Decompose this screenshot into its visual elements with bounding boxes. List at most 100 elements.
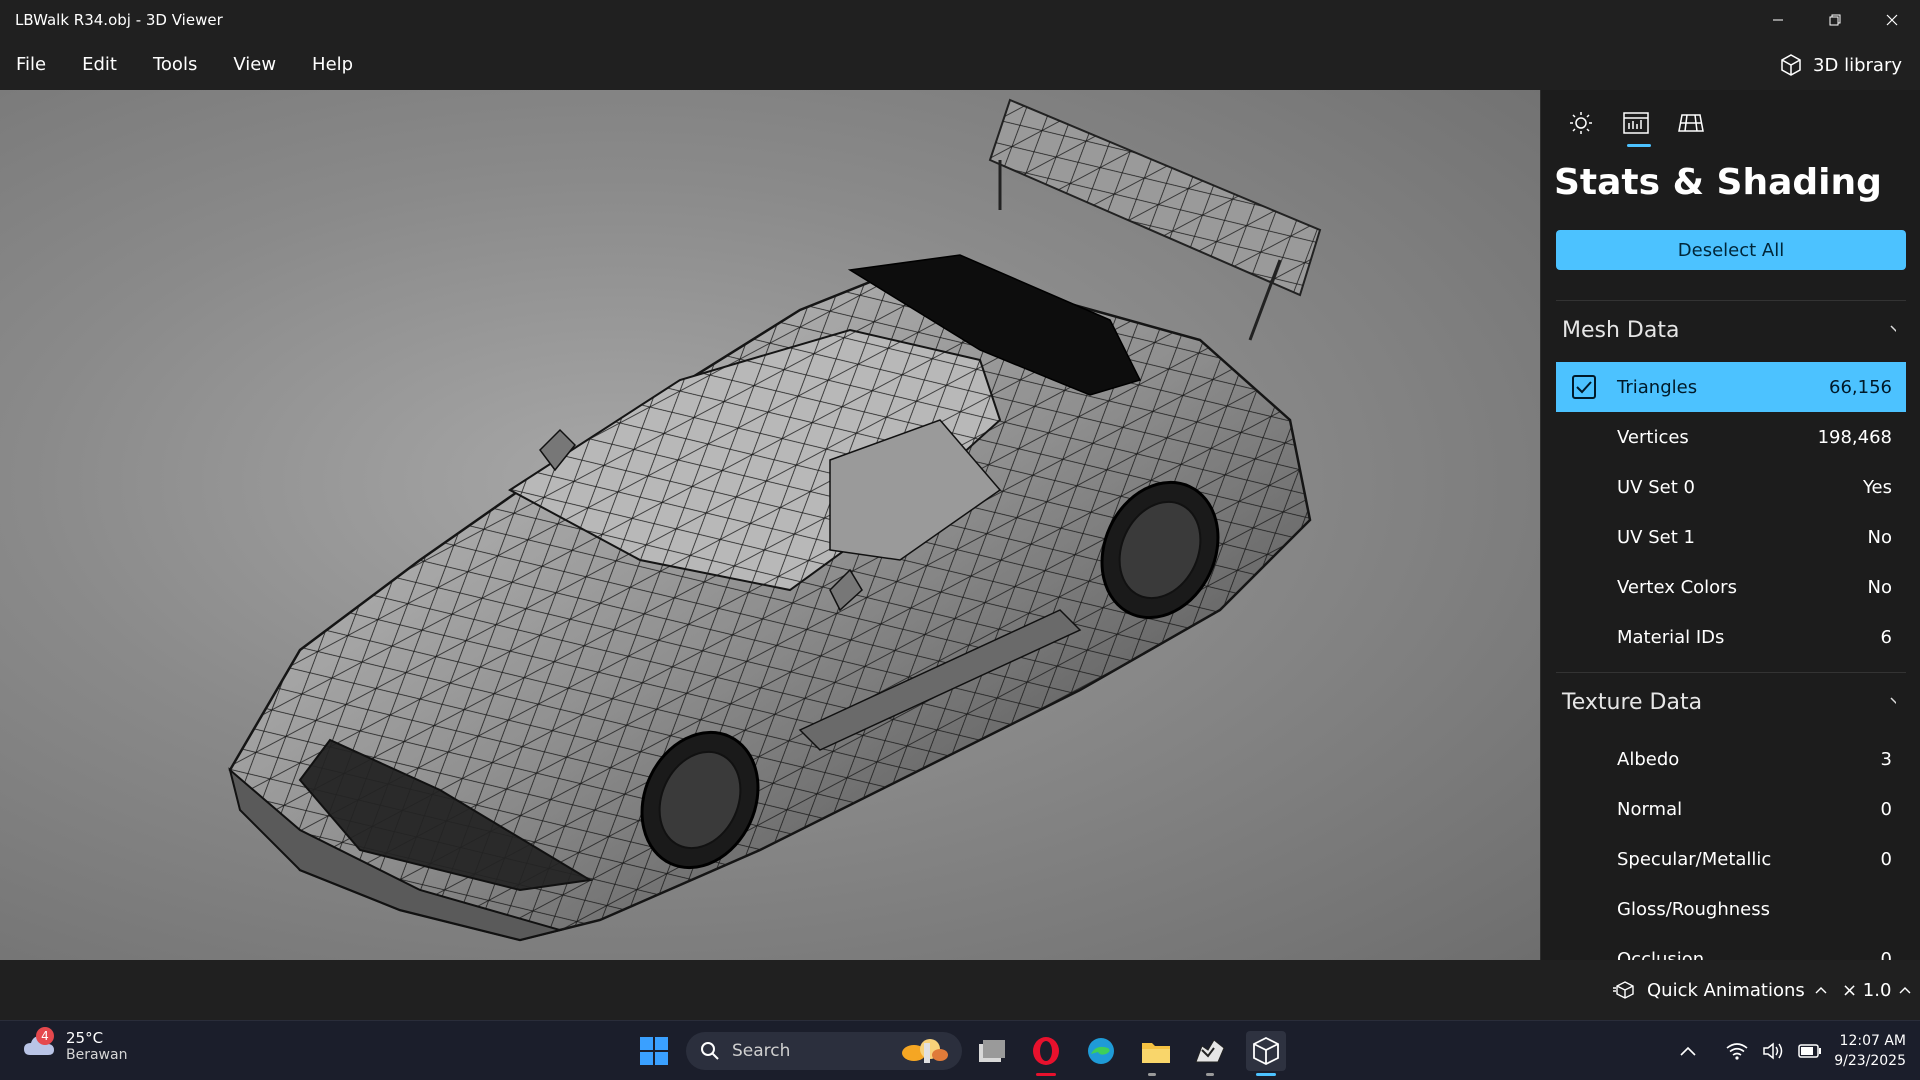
stat-value: No: [1867, 526, 1892, 548]
menu-view[interactable]: View: [215, 40, 294, 90]
stat-label: UV Set 1: [1617, 526, 1695, 548]
menu-bar: File Edit Tools View Help: [0, 40, 1920, 90]
wifi-icon[interactable]: [1726, 1042, 1748, 1060]
cube-icon: [1781, 54, 1801, 76]
stat-value: 0: [1880, 798, 1892, 820]
3d-viewer-cube-icon: [1253, 1036, 1279, 1066]
deselect-all-button[interactable]: Deselect All: [1556, 230, 1906, 270]
grid-tab[interactable]: [1676, 108, 1706, 138]
volume-icon[interactable]: [1762, 1042, 1784, 1060]
car-wireframe-model: [228, 98, 1322, 942]
active-tab-indicator: [1627, 144, 1651, 147]
mesh-data-title: Mesh Data: [1562, 317, 1680, 343]
restore-icon: [1829, 14, 1840, 26]
start-button[interactable]: [634, 1031, 674, 1071]
taskbar-search[interactable]: Search: [686, 1032, 962, 1070]
weather-widget[interactable]: 4 25°C Berawan: [22, 1027, 128, 1063]
3d-viewer-taskbar-button[interactable]: [1246, 1031, 1286, 1071]
lighting-tab[interactable]: [1566, 108, 1596, 138]
minimize-button[interactable]: [1749, 0, 1806, 40]
divider: [1556, 672, 1906, 673]
menu-help[interactable]: Help: [294, 40, 371, 90]
quick-animations-button[interactable]: Quick Animations: [1613, 960, 1827, 1020]
3d-library-button[interactable]: 3D library: [1779, 40, 1902, 90]
checkmark-icon: [1576, 381, 1592, 394]
stat-label: Vertex Colors: [1617, 576, 1737, 598]
stat-row-uv-set-0[interactable]: UV Set 0 Yes: [1556, 462, 1906, 512]
chevron-up-icon: [1899, 987, 1911, 994]
menu-edit[interactable]: Edit: [64, 40, 135, 90]
active-indicator: [1256, 1073, 1276, 1076]
stat-row-specular-metallic[interactable]: Specular/Metallic 0: [1556, 834, 1906, 884]
running-indicator: [1206, 1073, 1214, 1076]
edge-icon: [1088, 1038, 1114, 1064]
weather-icon-wrap: 4: [22, 1027, 56, 1063]
stat-label: Specular/Metallic: [1617, 848, 1772, 870]
chevron-up-icon[interactable]: [1680, 1046, 1696, 1056]
search-icon: [701, 1042, 719, 1060]
task-view-button[interactable]: [972, 1031, 1012, 1071]
battery-icon[interactable]: [1798, 1044, 1822, 1058]
stats-shading-panel: Stats & Shading Deselect All Mesh Data T…: [1540, 90, 1920, 960]
stat-row-gloss-roughness[interactable]: Gloss/Roughness: [1556, 884, 1906, 934]
stat-value: 6: [1880, 626, 1892, 648]
minimize-icon: [1772, 19, 1783, 21]
rhino-app-button[interactable]: [1190, 1031, 1230, 1071]
stat-label: Material IDs: [1617, 626, 1725, 648]
texture-data-header[interactable]: Texture Data: [1556, 674, 1906, 730]
edge-browser-button[interactable]: [1081, 1031, 1121, 1071]
stat-row-vertex-colors[interactable]: Vertex Colors No: [1556, 562, 1906, 612]
stat-row-albedo[interactable]: Albedo 3: [1556, 734, 1906, 784]
system-tray: [1680, 1021, 1822, 1080]
menu-tools[interactable]: Tools: [135, 40, 215, 90]
stat-value: 3: [1880, 748, 1892, 770]
stat-label: Vertices: [1617, 426, 1689, 448]
clock-date: 9/23/2025: [1834, 1053, 1906, 1069]
title-bar: LBWalk R34.obj - 3D Viewer: [0, 0, 1920, 40]
sun-icon: [1570, 112, 1592, 134]
playback-speed-button[interactable]: × 1.0: [1842, 960, 1911, 1020]
stat-row-material-ids[interactable]: Material IDs 6: [1556, 612, 1906, 662]
checkbox[interactable]: [1572, 375, 1596, 399]
stat-label: Gloss/Roughness: [1617, 898, 1770, 920]
chevron-up-icon: [1815, 987, 1827, 994]
search-highlight-icon: [902, 1039, 948, 1063]
restore-button[interactable]: [1806, 0, 1863, 40]
taskbar-clock[interactable]: 12:07 AM 9/23/2025: [1822, 1031, 1906, 1071]
weather-condition: Berawan: [66, 1047, 128, 1063]
menu-file[interactable]: File: [0, 40, 64, 90]
mesh-data-header[interactable]: Mesh Data: [1556, 302, 1906, 358]
folder-icon: [1142, 1043, 1170, 1063]
stat-value: 0: [1880, 948, 1892, 961]
search-label: Search: [732, 1041, 791, 1061]
stat-row-uv-set-1[interactable]: UV Set 1 No: [1556, 512, 1906, 562]
stat-row-triangles[interactable]: Triangles 66,156: [1556, 362, 1906, 412]
stat-label: Albedo: [1617, 748, 1680, 770]
panel-title: Stats & Shading: [1554, 162, 1882, 203]
stat-row-vertices[interactable]: Vertices 198,468: [1556, 412, 1906, 462]
opera-browser-button[interactable]: [1026, 1031, 1066, 1071]
task-view-icon: [979, 1040, 1005, 1062]
stat-row-normal[interactable]: Normal 0: [1556, 784, 1906, 834]
close-button[interactable]: [1863, 0, 1920, 40]
file-explorer-button[interactable]: [1136, 1031, 1176, 1071]
animation-cube-icon: [1613, 981, 1634, 999]
clock-time: 12:07 AM: [1839, 1033, 1906, 1049]
stat-label: Normal: [1617, 798, 1683, 820]
grid-icon: [1678, 114, 1704, 132]
3d-viewport[interactable]: [0, 90, 1540, 960]
stat-row-occlusion[interactable]: Occlusion 0: [1556, 934, 1906, 961]
panel-tab-bar: [1541, 90, 1920, 150]
speed-label: × 1.0: [1842, 979, 1892, 1001]
quick-animations-label: Quick Animations: [1647, 979, 1805, 1001]
stat-value: Yes: [1862, 476, 1892, 498]
stats-tab[interactable]: [1621, 108, 1651, 138]
stat-value: No: [1867, 576, 1892, 598]
running-indicator: [1148, 1073, 1156, 1076]
running-indicator: [1036, 1073, 1056, 1076]
3d-library-label: 3D library: [1813, 54, 1902, 76]
stat-label: Occlusion: [1617, 948, 1705, 961]
chevron-down-icon: [1890, 697, 1896, 705]
rhino-icon: [1195, 1039, 1225, 1063]
windows-logo-icon: [640, 1037, 668, 1065]
